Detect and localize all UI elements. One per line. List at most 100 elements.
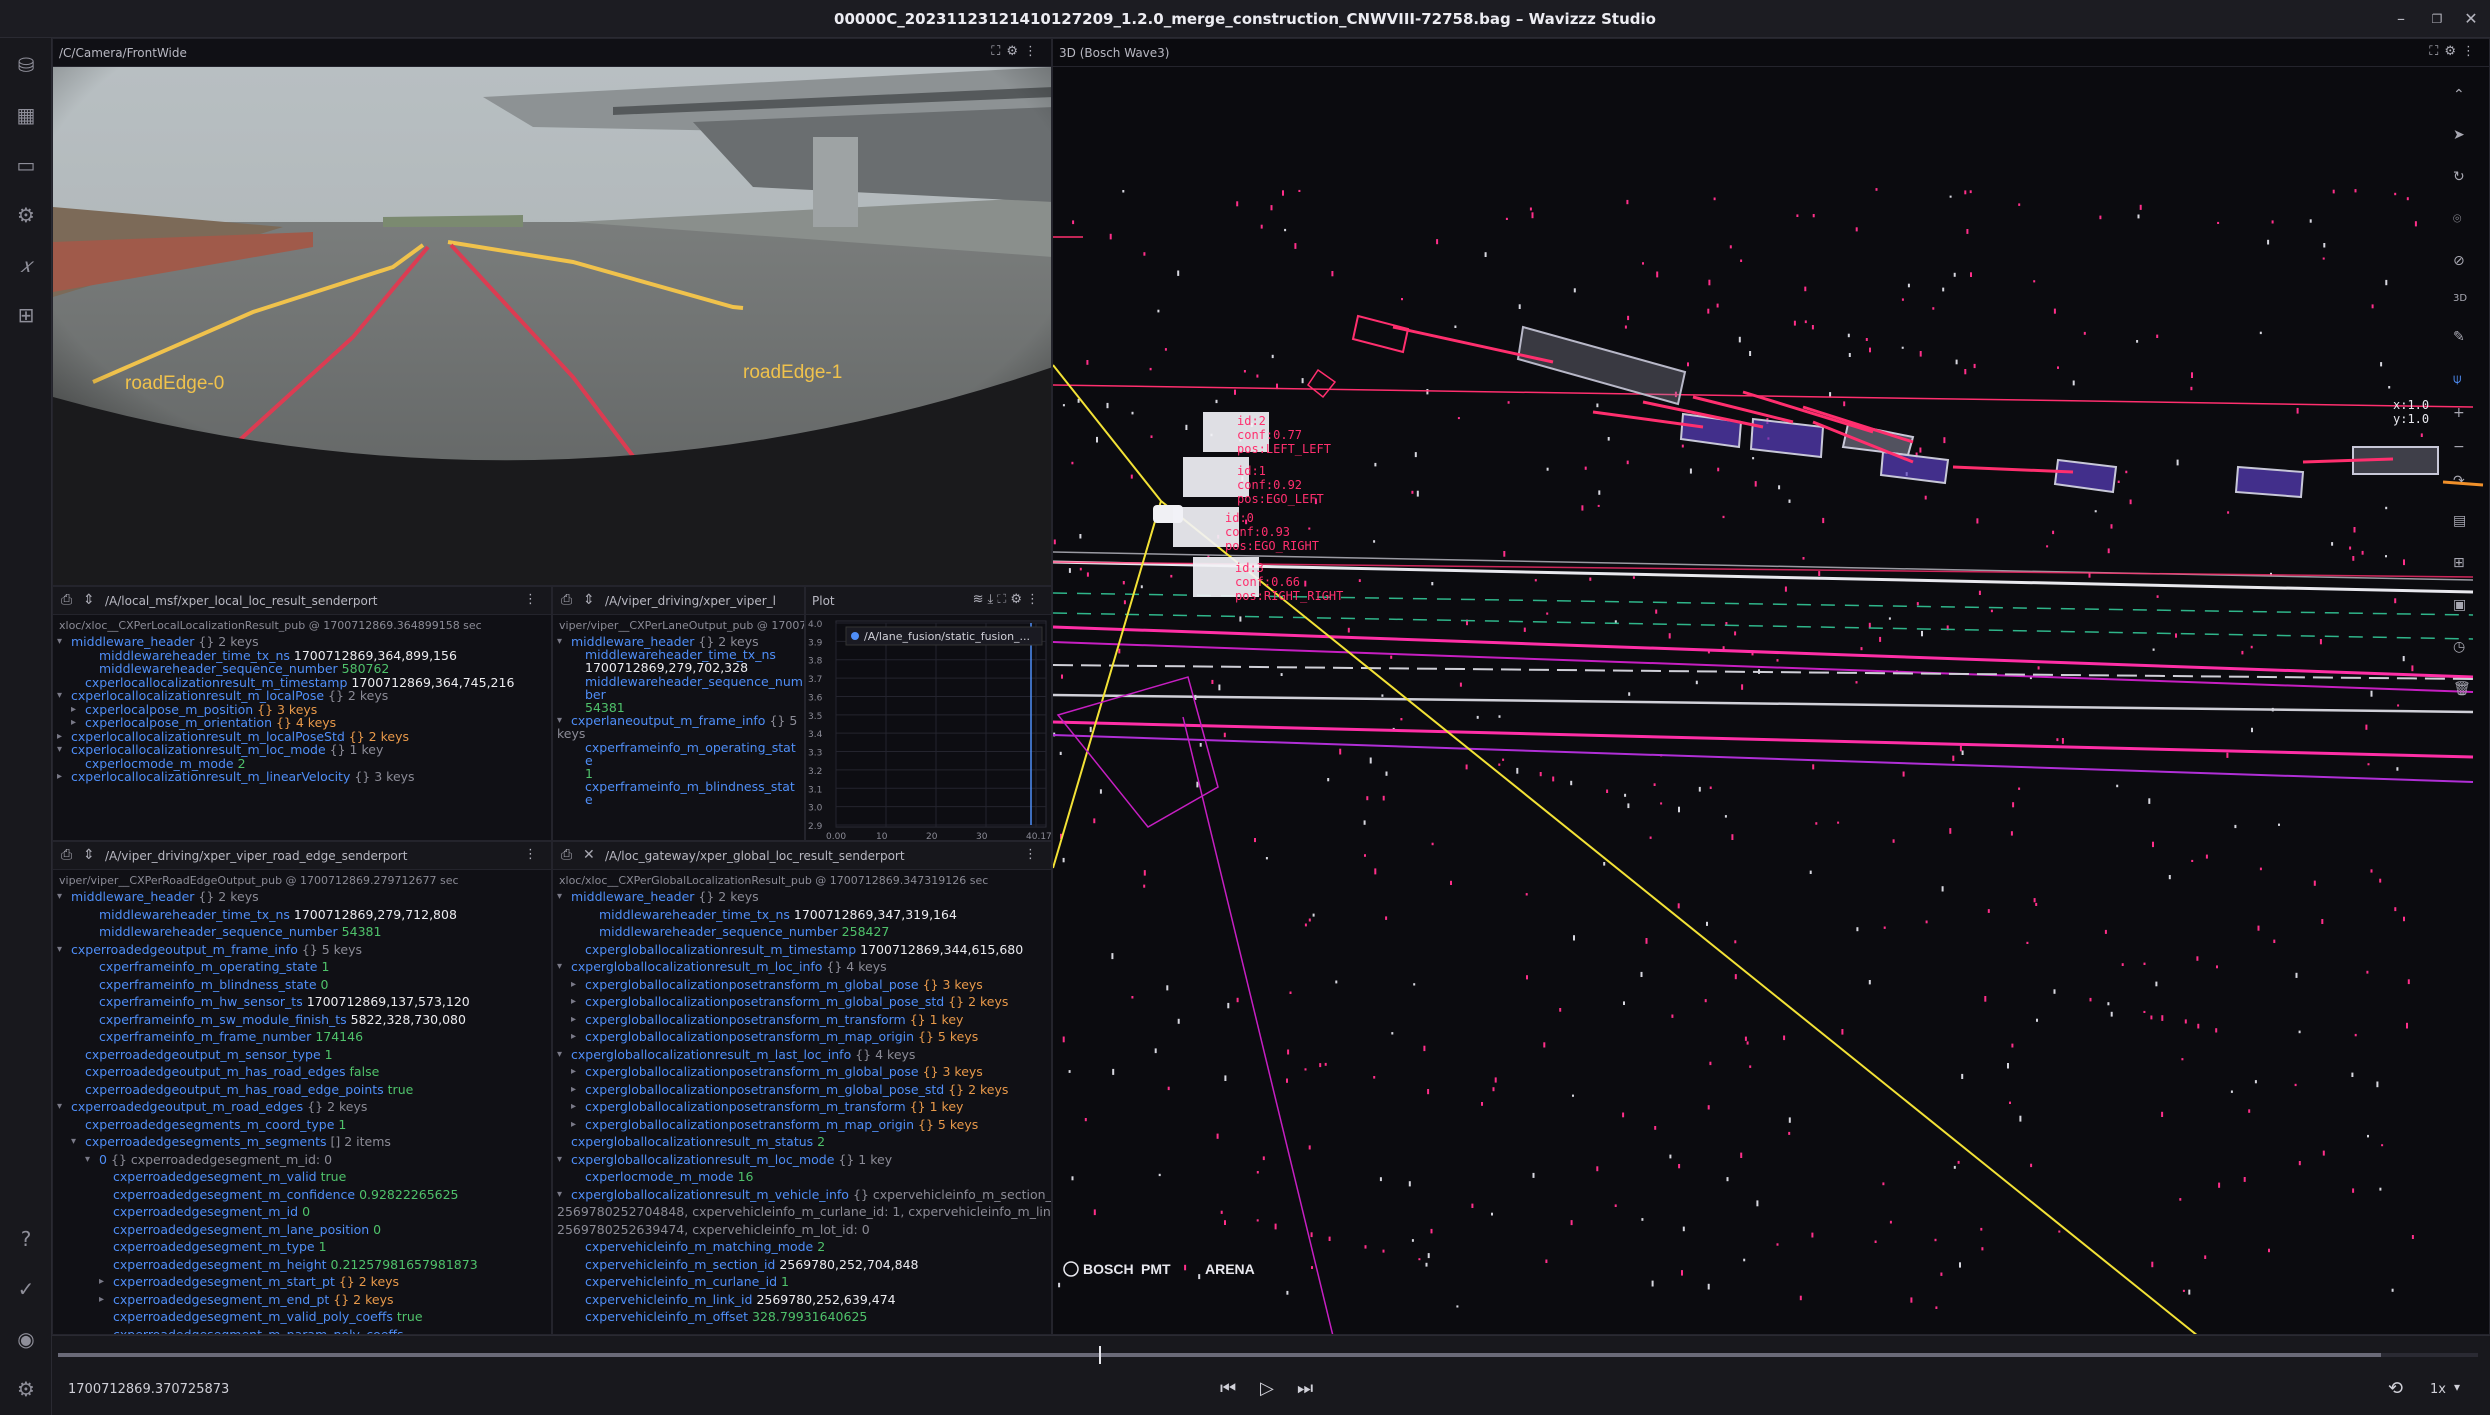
tree-row[interactable]: ▾ cxperroadedgesegments_m_segments [] 2 … xyxy=(71,1133,391,1151)
caret-right-icon[interactable]: ▸ xyxy=(99,1291,104,1309)
caret-down-icon[interactable]: ▾ xyxy=(57,941,62,959)
sort-icon[interactable]: ⇕ xyxy=(83,592,95,608)
close-icon[interactable]: ✕ xyxy=(583,847,595,863)
tree-row[interactable]: ▾ middleware_header {} 2 keys xyxy=(57,888,259,906)
caret-right-icon[interactable]: ▸ xyxy=(571,1081,576,1099)
tree-row[interactable]: ▾ 0 {} cxperroadedgesegment_m_id: 0 xyxy=(85,1151,332,1169)
collapse-icon[interactable]: ⌃ xyxy=(2453,87,2465,103)
extensions-icon[interactable]: ⊞ xyxy=(11,300,41,330)
variables-icon[interactable]: 𝑥 xyxy=(11,250,41,280)
caret-right-icon[interactable]: ▸ xyxy=(99,1273,104,1291)
caret-down-icon[interactable]: ▾ xyxy=(57,888,62,906)
tree-row[interactable]: ▸ cxpergloballocalizationposetransform_m… xyxy=(571,976,983,994)
tree-row[interactable]: ▸ cxpergloballocalizationposetransform_m… xyxy=(571,1011,963,1029)
minimize-icon[interactable]: – xyxy=(2388,6,2414,32)
tree-row[interactable]: ▾ middleware_header {} 2 keys xyxy=(557,888,759,906)
raw-message-icon[interactable]: ⎙ xyxy=(561,847,572,863)
tree-row[interactable]: ▾ cxpergloballocalizationresult_m_last_l… xyxy=(557,1046,915,1064)
measure-icon[interactable]: ✎ xyxy=(2453,329,2465,345)
zoom-out-icon[interactable]: − xyxy=(2453,439,2465,455)
sort-icon[interactable]: ⇕ xyxy=(83,847,95,863)
pin-icon[interactable]: ⍦ xyxy=(2453,371,2461,387)
rotate-icon[interactable]: ↻ xyxy=(2453,169,2465,185)
caret-down-icon[interactable]: ▾ xyxy=(71,1133,76,1151)
tree-row[interactable]: ▸ cxpergloballocalizationposetransform_m… xyxy=(571,1028,978,1046)
caret-right-icon[interactable]: ▸ xyxy=(57,768,62,786)
playback-speed[interactable]: 1x xyxy=(2430,1382,2446,1397)
caret-right-icon[interactable]: ▸ xyxy=(571,1028,576,1046)
tree-row[interactable]: ▾ cxperlaneoutput_m_frame_info {} 5 xyxy=(557,712,797,730)
caret-right-icon[interactable]: ▸ xyxy=(571,993,576,1011)
settings-icon[interactable]: ⚙ xyxy=(11,1374,41,1404)
tree-row[interactable]: ▸ cxperlocallocalizationresult_m_linearV… xyxy=(57,768,415,786)
inspect-icon[interactable]: ⊘ xyxy=(2453,253,2465,269)
panel-menu-icon[interactable]: ⋮ xyxy=(524,847,543,862)
timeline-scrubber[interactable] xyxy=(1098,1346,1101,1364)
panel-toolbar[interactable]: ⛶⚙⋮ xyxy=(2429,44,2481,59)
caret-right-icon[interactable]: ▸ xyxy=(571,1098,576,1116)
panel-menu-icon[interactable]: ⋮ xyxy=(1024,847,1043,862)
tree-row[interactable]: ▾ cxpergloballocalizationresult_m_loc_mo… xyxy=(557,1151,892,1169)
caret-down-icon[interactable]: ▾ xyxy=(57,687,62,705)
mouse-icon[interactable]: ⌾ xyxy=(2453,211,2461,227)
tree-row[interactable]: ▸ cxperroadedgesegment_m_end_pt {} 2 key… xyxy=(99,1291,394,1309)
tree-row[interactable]: ▸ cxpergloballocalizationposetransform_m… xyxy=(571,1081,1008,1099)
caret-down-icon[interactable]: ▾ xyxy=(557,1151,562,1169)
loop-icon[interactable]: ⟲ xyxy=(2388,1378,2403,1399)
raw-message-icon[interactable]: ⎙ xyxy=(61,592,72,608)
close-icon[interactable]: ✕ xyxy=(2458,6,2484,32)
caret-down-icon[interactable]: ▾ xyxy=(57,1098,62,1116)
image-icon[interactable]: ▣ xyxy=(2453,597,2466,613)
delete-icon[interactable]: 🗑 xyxy=(2453,681,2471,697)
tree-row[interactable]: ▾ cxpergloballocalizationresult_m_loc_in… xyxy=(557,958,887,976)
tree-row[interactable]: ▸ cxperroadedgesegment_m_start_pt {} 2 k… xyxy=(99,1273,399,1291)
add-panel-icon[interactable]: ▭ xyxy=(11,150,41,180)
map-icon[interactable]: ▤ xyxy=(2453,513,2466,529)
caret-down-icon[interactable]: ▾ xyxy=(557,633,562,651)
3d-toggle-button[interactable]: 3D xyxy=(2453,293,2467,304)
caret-down-icon[interactable]: ▾ xyxy=(557,1186,562,1204)
caret-down-icon[interactable]: ▾ xyxy=(557,1046,562,1064)
caret-right-icon[interactable]: ▸ xyxy=(571,976,576,994)
panel-settings-icon[interactable]: ⚙ xyxy=(11,200,41,230)
step-back-icon[interactable]: ⏮ xyxy=(1220,1378,1236,1399)
caret-down-icon[interactable]: ▾ xyxy=(57,633,62,651)
timeline-track[interactable] xyxy=(58,1353,2478,1357)
check-icon[interactable]: ✓ xyxy=(11,1274,41,1304)
account-icon[interactable]: ◉ xyxy=(11,1324,41,1354)
tree-row[interactable]: ▸ cxpergloballocalizationposetransform_m… xyxy=(571,1116,978,1134)
panel-menu-icon[interactable]: ⋮ xyxy=(524,592,543,607)
layout-icon[interactable]: ▦ xyxy=(11,100,41,130)
tree-row[interactable]: ▾ cxperroadedgeoutput_m_road_edges {} 2 … xyxy=(57,1098,367,1116)
play-icon[interactable]: ▷ xyxy=(1260,1378,1274,1399)
data-source-icon[interactable]: ⛁ xyxy=(11,50,41,80)
chevron-down-icon[interactable]: ▾ xyxy=(2454,1380,2460,1394)
tree-row[interactable]: ▸ cxpergloballocalizationposetransform_m… xyxy=(571,993,1008,1011)
caret-right-icon[interactable]: ▸ xyxy=(571,1011,576,1029)
caret-down-icon[interactable]: ▾ xyxy=(557,958,562,976)
panel-toolbar[interactable]: ⛶⚙⋮ xyxy=(991,44,1043,59)
sort-icon[interactable]: ⇕ xyxy=(583,592,595,608)
caret-down-icon[interactable]: ▾ xyxy=(557,888,562,906)
caret-right-icon[interactable]: ▸ xyxy=(571,1063,576,1081)
restore-icon[interactable]: ❐ xyxy=(2424,6,2450,32)
step-forward-icon[interactable]: ⏭ xyxy=(1297,1378,1313,1399)
tree-row[interactable]: ▸ cxpergloballocalizationposetransform_m… xyxy=(571,1098,963,1116)
plot-toolbar[interactable]: ≋⤓⛶⚙⋮ xyxy=(973,592,1043,607)
grid-icon[interactable]: ⊞ xyxy=(2453,555,2465,571)
tree-row[interactable]: ▾ cxperroadedgeoutput_m_frame_info {} 5 … xyxy=(57,941,362,959)
raw-message-icon[interactable]: ⎙ xyxy=(561,592,572,608)
caret-right-icon[interactable]: ▸ xyxy=(571,1116,576,1134)
3d-scene[interactable]: id:2 conf:0.77 pos:LEFT_LEFT id:1 conf:0… xyxy=(1053,67,2490,1335)
zoom-in-icon[interactable]: + xyxy=(2453,405,2465,421)
plot-legend[interactable]: /A/lane_fusion/static_fusion_... xyxy=(864,630,1030,643)
tree-row[interactable]: ▾ cxpergloballocalizationresult_m_vehicl… xyxy=(557,1186,1051,1204)
clock-icon[interactable]: ◷ xyxy=(2453,639,2465,655)
caret-down-icon[interactable]: ▾ xyxy=(85,1151,90,1169)
caret-down-icon[interactable]: ▾ xyxy=(57,741,62,759)
tree-row[interactable]: ▸ cxpergloballocalizationposetransform_m… xyxy=(571,1063,983,1081)
raw-message-icon[interactable]: ⎙ xyxy=(61,847,72,863)
help-icon[interactable]: ? xyxy=(11,1224,41,1254)
reset-view-icon[interactable]: ↷ xyxy=(2453,473,2465,489)
select-tool-icon[interactable]: ➤ xyxy=(2453,127,2465,143)
